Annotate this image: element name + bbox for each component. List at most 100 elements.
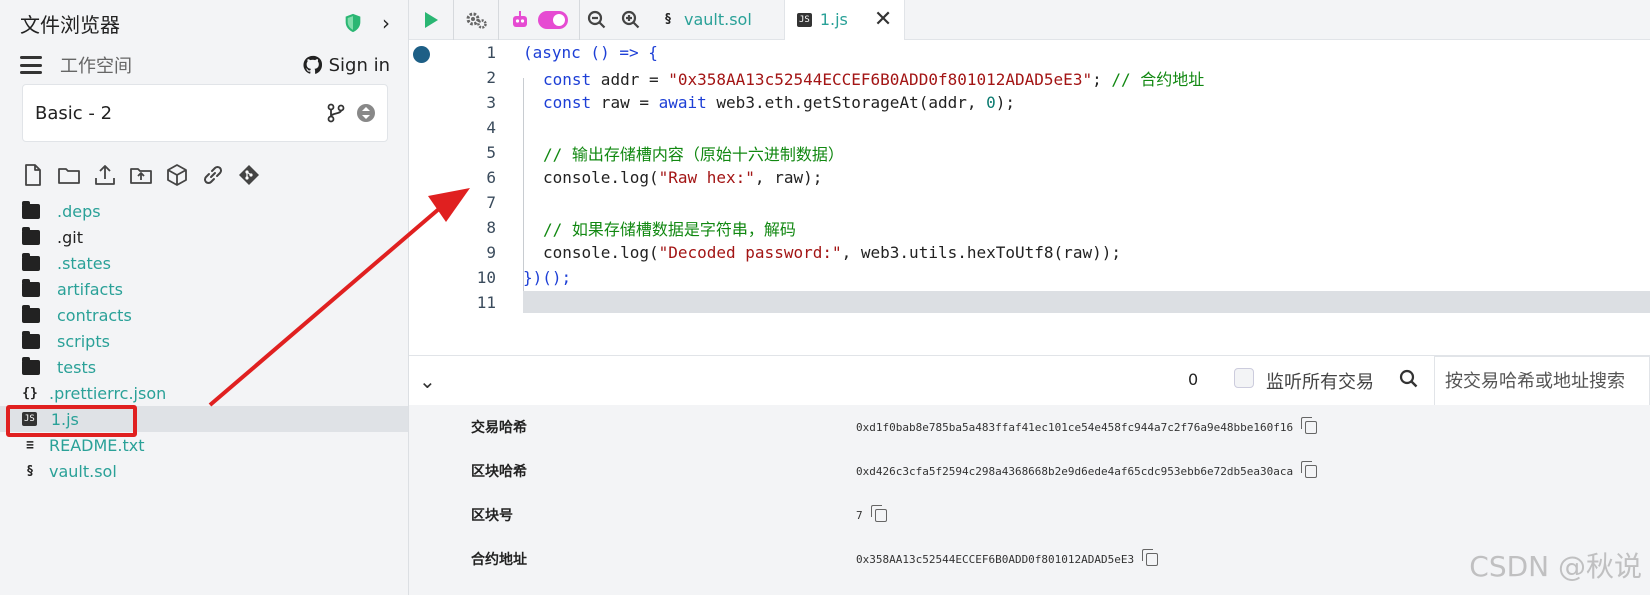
new-file-icon[interactable] xyxy=(20,162,46,188)
settings-button[interactable] xyxy=(454,0,498,40)
tx-detail-value: 7 xyxy=(856,504,887,522)
upload-folder-icon[interactable] xyxy=(128,162,154,188)
sign-in-label: Sign in xyxy=(328,54,390,76)
copy-icon[interactable] xyxy=(870,504,887,522)
line-number: 3 xyxy=(486,93,496,112)
collapse-chevron-icon[interactable]: ⌄ xyxy=(419,369,436,393)
code-line-current: 11 xyxy=(409,290,1650,315)
github-icon xyxy=(303,55,322,74)
tree-folder-deps[interactable]: .deps xyxy=(0,198,408,224)
new-folder-icon[interactable] xyxy=(56,162,82,188)
copilot-switch[interactable] xyxy=(538,10,568,29)
workspace-row: 工作空间 Sign in xyxy=(20,50,390,80)
shield-icon[interactable] xyxy=(342,12,364,34)
workspace-select[interactable]: Basic - 2 xyxy=(22,84,388,142)
ai-copilot-toggle[interactable] xyxy=(499,0,579,40)
code-text: const addr = "0x358AA13c52544ECCEF6B0ADD… xyxy=(543,69,1205,89)
tx-detail-value: 0xd426c3cfa5f2594c298a4368668b2e9d6ede4a… xyxy=(856,460,1318,478)
code-text: const raw = await web3.eth.getStorageAt(… xyxy=(543,93,1016,112)
file-toolbar xyxy=(20,162,262,188)
tx-detail-label: 交易哈希 xyxy=(471,420,527,436)
folder-icon xyxy=(22,278,40,297)
chevron-right-icon[interactable]: › xyxy=(382,11,390,35)
tree-folder-states[interactable]: .states xyxy=(0,250,408,276)
tree-item-label: README.txt xyxy=(49,435,145,455)
gears-icon xyxy=(466,12,487,29)
listen-all-checkbox[interactable] xyxy=(1234,368,1254,388)
tree-item-label: .prettierrc.json xyxy=(49,383,167,403)
text-file-icon: ≡ xyxy=(26,437,34,453)
code-line: 8 // 如果存储槽数据是字符串，解码 xyxy=(409,215,1650,240)
tree-item-label: scripts xyxy=(57,331,110,351)
tree-folder-scripts[interactable]: scripts xyxy=(0,328,408,354)
zoom-out-icon xyxy=(587,10,606,28)
editor-toolbar: § vault.sol JS 1.js ✕ xyxy=(409,0,1650,40)
tree-item-label: contracts xyxy=(57,305,132,325)
tree-item-label: vault.sol xyxy=(49,461,117,481)
copy-icon[interactable] xyxy=(1301,460,1318,478)
tree-folder-tests[interactable]: tests xyxy=(0,354,408,380)
folder-icon xyxy=(22,356,40,375)
git-branch-icon[interactable] xyxy=(327,103,345,123)
zoom-out-button[interactable] xyxy=(580,0,614,40)
code-line: 4 xyxy=(409,115,1650,140)
tx-detail-row: 区块哈希 0xd426c3cfa5f2594c298a4368668b2e9d6… xyxy=(409,449,1650,493)
code-text: (async () => { xyxy=(523,43,658,62)
code-text: console.log("Decoded password:", web3.ut… xyxy=(543,243,1121,262)
line-number: 1 xyxy=(486,43,496,62)
git-icon[interactable] xyxy=(236,162,262,188)
tree-file-vault[interactable]: § vault.sol xyxy=(0,458,408,484)
copy-icon[interactable] xyxy=(1142,548,1159,566)
code-editor[interactable]: 1 (async () => { 2 const addr = "0x358AA… xyxy=(409,40,1650,355)
current-line-highlight xyxy=(523,291,1650,313)
close-icon[interactable]: ✕ xyxy=(874,7,892,32)
tx-detail-label: 区块哈希 xyxy=(471,464,527,480)
tab-label: vault.sol xyxy=(684,10,752,29)
tab-1js[interactable]: JS 1.js ✕ xyxy=(784,0,906,40)
tree-item-label: artifacts xyxy=(57,279,123,299)
tx-detail-value: 0x358AA13c52544ECCEF6B0ADD0f801012ADAD5e… xyxy=(856,548,1159,566)
workspace-label: 工作空间 xyxy=(60,56,132,77)
file-tree: .deps .git .states artifacts contracts s… xyxy=(0,198,408,484)
solidity-file-icon: § xyxy=(26,463,34,479)
copy-icon[interactable] xyxy=(1301,416,1318,434)
code-text: })(); xyxy=(523,268,572,287)
robot-icon xyxy=(513,10,527,27)
tree-folder-artifacts[interactable]: artifacts xyxy=(0,276,408,302)
line-number: 6 xyxy=(486,168,496,187)
tx-detail-label: 区块号 xyxy=(471,508,513,524)
search-icon[interactable] xyxy=(1399,369,1419,389)
tx-detail-row: 交易哈希 0xd1f0bab8e785ba5a483ffaf41ec101ce5… xyxy=(409,405,1650,449)
tab-vault-sol[interactable]: § vault.sol xyxy=(648,0,784,40)
line-number: 10 xyxy=(476,268,496,287)
select-updown-icon xyxy=(357,104,375,122)
folder-icon xyxy=(22,252,40,271)
tx-detail-label: 合约地址 xyxy=(471,552,527,568)
publish-cube-icon[interactable] xyxy=(164,162,190,188)
run-button[interactable] xyxy=(409,0,453,40)
tree-file-prettierrc[interactable]: {} .prettierrc.json xyxy=(0,380,408,406)
line-number: 9 xyxy=(486,243,496,262)
terminal-toolbar: ⌄ 0 监听所有交易 xyxy=(409,355,1650,406)
line-number: 5 xyxy=(486,143,496,162)
code-line: 6 console.log("Raw hex:", raw); xyxy=(409,165,1650,190)
tx-search-input[interactable] xyxy=(1434,356,1650,406)
tree-folder-contracts[interactable]: contracts xyxy=(0,302,408,328)
js-icon: JS xyxy=(797,12,812,27)
line-number: 11 xyxy=(476,293,496,312)
upload-file-icon[interactable] xyxy=(92,162,118,188)
tx-detail-value: 0xd1f0bab8e785ba5a483ffaf41ec101ce54e458… xyxy=(856,416,1318,434)
hamburger-menu-icon[interactable] xyxy=(20,56,42,74)
folder-icon xyxy=(22,330,40,349)
tx-detail-row: 区块号 7 xyxy=(409,493,1650,537)
link-icon[interactable] xyxy=(200,162,226,188)
folder-icon xyxy=(22,226,40,245)
solidity-icon: § xyxy=(664,12,672,27)
tree-item-label: .states xyxy=(57,253,111,273)
file-explorer-panel: 文件浏览器 › 工作空间 Sign in Basic - 2 .deps .gi… xyxy=(0,0,409,595)
sign-in-button[interactable]: Sign in xyxy=(302,55,390,76)
pending-tx-count: 0 xyxy=(1188,370,1199,389)
zoom-in-button[interactable] xyxy=(614,0,648,40)
code-line: 5 // 输出存储槽内容（原始十六进制数据） xyxy=(409,140,1650,165)
tree-folder-git[interactable]: .git xyxy=(0,224,408,250)
